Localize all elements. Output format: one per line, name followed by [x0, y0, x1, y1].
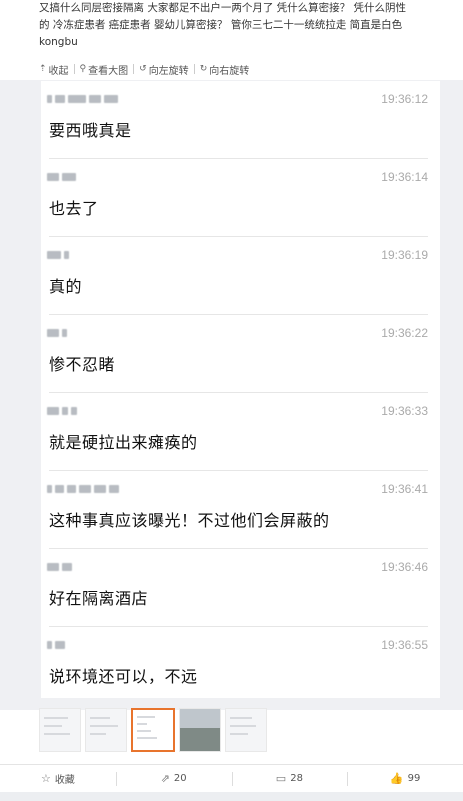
- message-time: 19:36:19: [381, 248, 428, 262]
- comment-count: 28: [290, 773, 303, 784]
- chat-message: 19:36:14 也去了: [41, 159, 440, 237]
- image-toolbar: ⇡ 收起 ⚲ 查看大图 ↺ 向左旋转 ↻ 向右旋转: [39, 60, 254, 78]
- like-button[interactable]: 👍 99: [347, 765, 463, 792]
- thumbnail[interactable]: [179, 708, 221, 752]
- chat-message: 19:36:33 就是硬拉出来瘫痪的: [41, 393, 440, 471]
- page-bottom-edge: [0, 792, 463, 801]
- thumbnail[interactable]: [39, 708, 81, 752]
- message-time: 19:36:22: [381, 326, 428, 340]
- blurred-sender-name: [47, 563, 72, 571]
- chat-message: 19:36:46 好在隔离酒店: [41, 549, 440, 627]
- star-icon: ☆: [40, 772, 51, 785]
- message-time: 19:36:14: [381, 170, 428, 184]
- thumbnail[interactable]: [85, 708, 127, 752]
- message-time: 19:36:41: [381, 482, 428, 496]
- post-text-line: kongbu: [39, 36, 78, 48]
- rotate-right-label: 向右旋转: [209, 65, 250, 77]
- magnifier-icon: ⚲: [79, 64, 87, 74]
- collapse-label: 收起: [48, 65, 69, 77]
- rotate-right-icon: ↻: [199, 64, 208, 74]
- message-text: 好在隔离酒店: [49, 589, 149, 608]
- message-text: 就是硬拉出来瘫痪的: [49, 433, 198, 452]
- image-thumbnail-strip: [39, 708, 267, 754]
- repost-button[interactable]: ⇗ 20: [115, 765, 232, 792]
- thumbnail[interactable]: [225, 708, 267, 752]
- blurred-sender-name: [47, 641, 65, 649]
- rotate-right-button[interactable]: ↻ 向右旋转: [195, 62, 255, 77]
- rotate-left-icon: ↺: [139, 64, 147, 74]
- chat-message: 19:36:19 真的: [41, 237, 440, 315]
- message-time: 19:36:46: [381, 560, 428, 574]
- post-text-line: 的 冷冻症患者 癌症患者 婴幼儿算密接？ 管你三七二十一统统拉走 简直是白色: [39, 19, 403, 31]
- blurred-sender-name: [47, 485, 119, 493]
- comment-button[interactable]: ▭ 28: [231, 765, 348, 792]
- thumbs-up-icon: 👍: [389, 772, 404, 785]
- message-text: 惨不忍睹: [49, 355, 116, 374]
- rotate-left-button[interactable]: ↺ 向左旋转: [134, 62, 194, 77]
- thumbnail-selected[interactable]: [131, 708, 175, 752]
- post-action-bar: ☆ 收藏 ⇗ 20 ▭ 28 👍 99: [0, 764, 463, 792]
- like-count: 99: [407, 773, 421, 784]
- chat-message: 19:36:41 这种事真应该曝光！不过他们会屏蔽的: [41, 471, 440, 549]
- blurred-sender-name: [47, 251, 69, 259]
- message-time: 19:36:12: [381, 92, 428, 106]
- favorite-label: 收藏: [54, 775, 75, 786]
- blurred-sender-name: [47, 329, 67, 337]
- message-time: 19:36:55: [381, 638, 428, 652]
- blurred-sender-name: [47, 173, 76, 181]
- chat-screenshot[interactable]: 19:36:12 要西哦真是 19:36:14 也去了 19:36:19 真的 …: [41, 81, 440, 698]
- message-text: 这种事真应该曝光！不过他们会屏蔽的: [49, 511, 330, 530]
- message-text: 真的: [49, 277, 83, 296]
- chat-message: 19:36:12 要西哦真是: [41, 81, 440, 159]
- rotate-left-label: 向左旋转: [148, 65, 189, 77]
- comment-icon: ▭: [275, 772, 287, 785]
- message-text: 也去了: [49, 199, 99, 218]
- chat-message: 19:36:22 惨不忍睹: [41, 315, 440, 393]
- repost-icon: ⇗: [160, 772, 170, 785]
- message-text: 说环境还可以，不远: [49, 667, 198, 686]
- view-large-label: 查看大图: [88, 65, 129, 77]
- message-time: 19:36:33: [381, 404, 428, 418]
- blurred-sender-name: [47, 95, 118, 103]
- repost-count: 20: [173, 773, 187, 784]
- collapse-icon: ⇡: [39, 64, 47, 74]
- favorite-button[interactable]: ☆ 收藏: [0, 765, 116, 792]
- blurred-sender-name: [47, 407, 77, 415]
- view-large-button[interactable]: ⚲ 查看大图: [75, 62, 134, 77]
- chat-message: 19:36:55 说环境还可以，不远: [41, 627, 440, 705]
- post-text: 又搞什么同层密接隔离 大家都足不出户一两个月了 凭什么算密接？ 凭什么阴性 的 …: [39, 0, 457, 51]
- post-text-line: 又搞什么同层密接隔离 大家都足不出户一两个月了 凭什么算密接？ 凭什么阴性: [39, 2, 407, 14]
- message-text: 要西哦真是: [49, 121, 132, 140]
- collapse-button[interactable]: ⇡ 收起: [39, 62, 74, 77]
